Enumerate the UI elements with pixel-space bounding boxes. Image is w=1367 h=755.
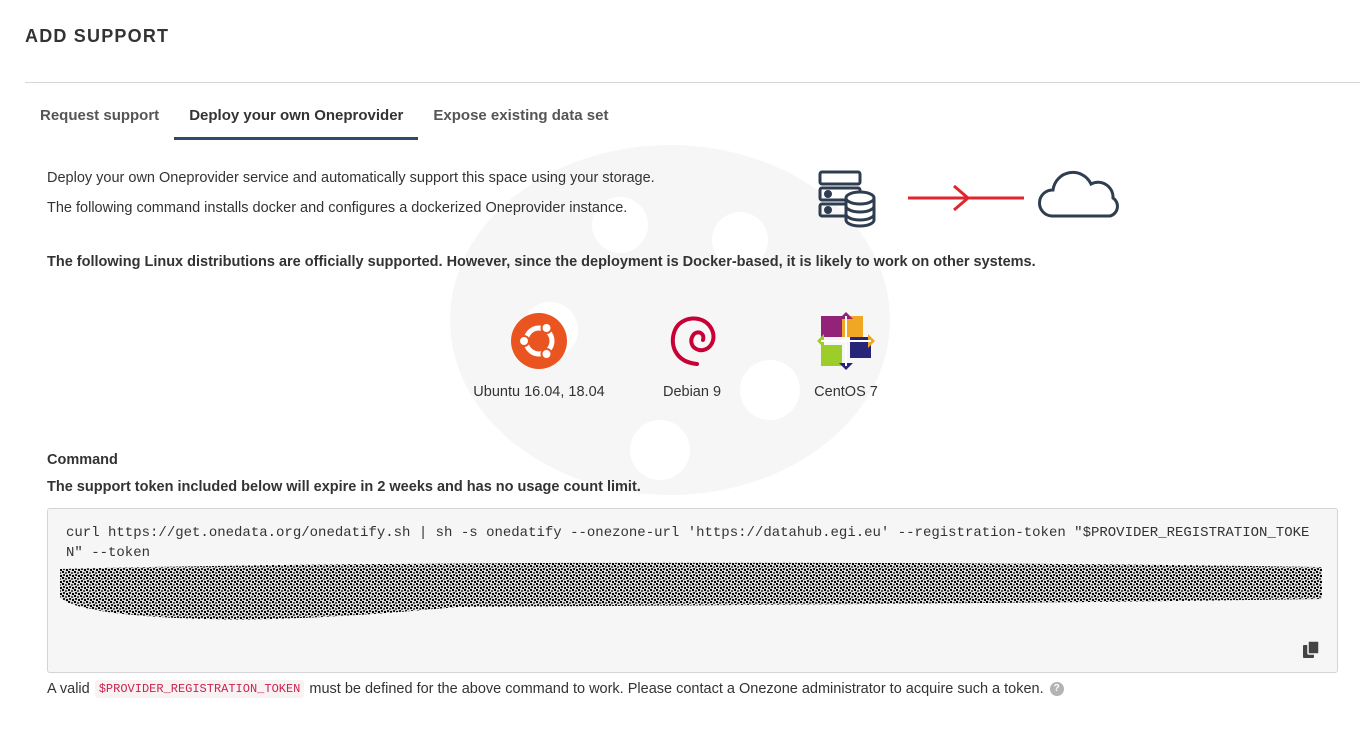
tab-bar: Request support Deploy your own Oneprovi… [25, 98, 623, 140]
distro-name: Debian 9 [662, 384, 722, 400]
title-divider [25, 82, 1360, 83]
command-box[interactable]: curl https://get.onedata.org/onedatify.s… [47, 508, 1338, 673]
command-text[interactable]: curl https://get.onedata.org/onedatify.s… [66, 523, 1316, 563]
note-suffix: must be defined for the above command to… [309, 681, 1044, 697]
arrow-right-icon [908, 184, 1024, 212]
debian-logo-icon [670, 316, 716, 366]
intro-text: Deploy your own Oneprovider service and … [47, 170, 655, 186]
command-token-note: The support token included below will ex… [47, 479, 641, 495]
distro-name: CentOS 7 [814, 384, 878, 400]
token-requirement-note: A valid $PROVIDER_REGISTRATION_TOKEN mus… [47, 680, 1064, 698]
distro-debian: Debian 9 [612, 310, 772, 400]
cloud-icon [1038, 170, 1119, 218]
intro-text-detail: The following command installs docker an… [47, 200, 628, 216]
token-variable-code: $PROVIDER_REGISTRATION_TOKEN [94, 680, 305, 698]
server-database-icon [818, 170, 876, 228]
distro-name: Ubuntu 16.04, 18.04 [473, 384, 605, 400]
help-icon[interactable]: ? [1049, 682, 1064, 696]
distro-ubuntu: Ubuntu 16.04, 18.04 [459, 310, 619, 400]
note-prefix: A valid [47, 681, 90, 697]
centos-logo-icon [817, 312, 875, 370]
command-heading: Command [47, 452, 118, 468]
tab-deploy-oneprovider[interactable]: Deploy your own Oneprovider [174, 98, 419, 140]
page-title: ADD SUPPORT [25, 26, 170, 46]
tab-request-support[interactable]: Request support [25, 98, 174, 140]
supported-distros-note: The following Linux distributions are of… [47, 254, 1036, 270]
ubuntu-logo-icon [511, 313, 567, 369]
copy-icon[interactable] [1301, 640, 1321, 660]
redacted-token [60, 562, 1322, 620]
distro-centos: CentOS 7 [766, 310, 926, 400]
deploy-illustration [818, 170, 1119, 228]
tab-expose-data-set[interactable]: Expose existing data set [418, 98, 623, 140]
